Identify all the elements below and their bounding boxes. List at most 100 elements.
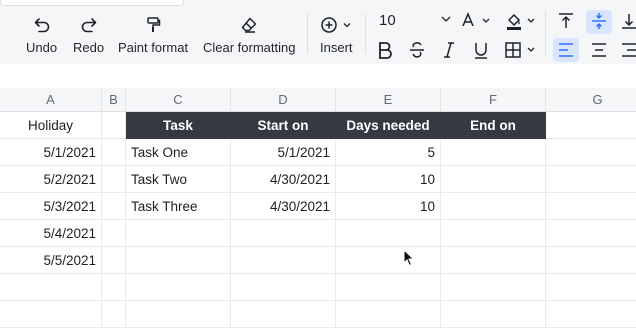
table-cell[interactable]: 4/30/2021: [231, 193, 336, 220]
table-cell[interactable]: [546, 166, 636, 193]
cell-g1[interactable]: [546, 112, 636, 139]
eraser-icon: [240, 14, 258, 36]
cell-a1[interactable]: Holiday: [0, 112, 102, 139]
toolbar-divider: [365, 14, 366, 54]
font-size-select[interactable]: 10: [379, 12, 396, 29]
table-cell[interactable]: [231, 301, 336, 328]
align-top-icon[interactable]: [557, 12, 575, 30]
table-cell[interactable]: [102, 139, 126, 166]
table-cell[interactable]: [0, 274, 102, 301]
table-cell[interactable]: [441, 220, 546, 247]
table-cell[interactable]: 5: [336, 139, 441, 166]
strikethrough-icon[interactable]: [408, 40, 426, 60]
fill-color-icon[interactable]: [505, 11, 537, 31]
cell-c1[interactable]: Task: [126, 112, 231, 139]
sheet-tab-edge: [0, 0, 184, 6]
table-cell[interactable]: [546, 274, 636, 301]
table-cell[interactable]: [546, 247, 636, 274]
align-middle-icon[interactable]: [590, 12, 608, 30]
toolbar-divider: [307, 14, 308, 54]
table-cell[interactable]: [546, 139, 636, 166]
table-cell[interactable]: 10: [336, 193, 441, 220]
align-center-icon[interactable]: [590, 42, 608, 58]
table-cell[interactable]: [126, 247, 231, 274]
insert-label: Insert: [320, 40, 353, 55]
table-cell[interactable]: [546, 220, 636, 247]
table-cell[interactable]: 5/4/2021: [0, 220, 102, 247]
undo-icon: [33, 14, 51, 36]
column-header-g[interactable]: G: [546, 88, 636, 112]
column-header-f[interactable]: F: [441, 88, 546, 112]
chevron-down-icon[interactable]: [441, 15, 451, 23]
borders-icon[interactable]: [504, 40, 538, 60]
plus-circle-icon: [321, 14, 351, 36]
table-cell[interactable]: 5/1/2021: [231, 139, 336, 166]
clear-formatting-button[interactable]: Clear formatting: [203, 14, 295, 55]
paint-format-label: Paint format: [118, 40, 189, 55]
text-color-icon[interactable]: [460, 11, 492, 31]
column-header-c[interactable]: C: [126, 88, 231, 112]
redo-icon: [80, 14, 98, 36]
table-cell[interactable]: [102, 166, 126, 193]
table-cell[interactable]: Task One: [126, 139, 231, 166]
table-cell[interactable]: [102, 274, 126, 301]
table-cell[interactable]: [102, 301, 126, 328]
undo-label: Undo: [26, 40, 58, 55]
column-header-a[interactable]: A: [0, 88, 102, 112]
table-cell[interactable]: 5/3/2021: [0, 193, 102, 220]
table-cell[interactable]: [0, 301, 102, 328]
table-cell[interactable]: [102, 247, 126, 274]
mouse-pointer-icon: [403, 248, 415, 272]
cell-e1[interactable]: Days needed: [336, 112, 441, 139]
table-cell[interactable]: 5/5/2021: [0, 247, 102, 274]
table-cell[interactable]: [441, 247, 546, 274]
clear-formatting-label: Clear formatting: [203, 40, 296, 55]
table-cell[interactable]: [231, 274, 336, 301]
table-cell[interactable]: [126, 274, 231, 301]
column-header-d[interactable]: D: [231, 88, 336, 112]
table-cell[interactable]: 5/1/2021: [0, 139, 102, 166]
table-cell[interactable]: [441, 301, 546, 328]
column-header-e[interactable]: E: [336, 88, 441, 112]
table-cell[interactable]: 4/30/2021: [231, 166, 336, 193]
table-cell[interactable]: Task Three: [126, 193, 231, 220]
cell-b1[interactable]: [102, 112, 126, 139]
table-cell[interactable]: [336, 220, 441, 247]
paint-format-button[interactable]: Paint format: [118, 14, 188, 55]
cell-d1[interactable]: Start on: [231, 112, 336, 139]
table-cell[interactable]: [102, 193, 126, 220]
column-header-b[interactable]: B: [102, 88, 126, 112]
table-cell[interactable]: [126, 220, 231, 247]
redo-label: Redo: [73, 40, 105, 55]
toolbar-divider: [545, 10, 546, 56]
table-cell[interactable]: [546, 193, 636, 220]
align-right-icon[interactable]: [622, 42, 636, 58]
redo-button[interactable]: Redo: [73, 14, 104, 55]
align-bottom-icon[interactable]: [622, 12, 636, 30]
table-cell[interactable]: [441, 139, 546, 166]
table-cell[interactable]: [546, 301, 636, 328]
table-cell[interactable]: [231, 247, 336, 274]
insert-button[interactable]: Insert: [320, 14, 353, 55]
table-cell[interactable]: [102, 220, 126, 247]
table-cell[interactable]: [126, 301, 231, 328]
table-cell[interactable]: 10: [336, 166, 441, 193]
italic-icon[interactable]: [440, 40, 458, 60]
table-cell[interactable]: [336, 247, 441, 274]
table-cell[interactable]: [441, 193, 546, 220]
cell-f1[interactable]: End on: [441, 112, 546, 139]
toolbar: Undo Redo Paint format Clear formatting …: [0, 0, 636, 65]
table-cell[interactable]: [441, 274, 546, 301]
underline-icon[interactable]: [472, 40, 490, 60]
table-cell[interactable]: [231, 220, 336, 247]
bold-icon[interactable]: [376, 40, 394, 60]
formula-bar[interactable]: [0, 64, 636, 89]
table-cell[interactable]: [441, 166, 546, 193]
table-cell[interactable]: 5/2/2021: [0, 166, 102, 193]
table-cell[interactable]: [336, 301, 441, 328]
align-left-icon[interactable]: [557, 42, 575, 58]
undo-button[interactable]: Undo: [26, 14, 57, 55]
table-cell[interactable]: Task Two: [126, 166, 231, 193]
paint-roller-icon: [144, 14, 162, 36]
table-cell[interactable]: [336, 274, 441, 301]
